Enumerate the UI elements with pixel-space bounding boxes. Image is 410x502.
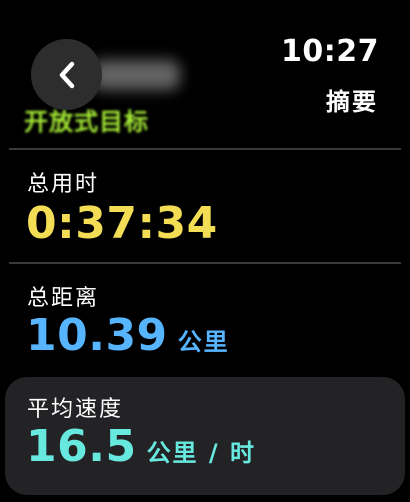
total-distance-unit: 公里 <box>177 328 230 356</box>
average-speed-value: 16.5 <box>26 421 137 472</box>
clock-time: 10:27 <box>281 34 379 69</box>
average-speed-value-row: 16.5 公里 / 时 <box>26 421 256 472</box>
average-speed-label: 平均速度 <box>27 397 124 422</box>
workout-title: 开放式目标 <box>24 108 149 136</box>
total-time-value: 0:37:34 <box>26 198 218 249</box>
chevron-left-icon <box>56 60 78 90</box>
divider <box>9 148 401 150</box>
total-distance-value-row: 10.39 公里 <box>26 310 230 361</box>
page-title: 摘要 <box>326 88 378 116</box>
total-distance-label: 总距离 <box>27 286 100 311</box>
divider <box>9 262 401 264</box>
back-button[interactable] <box>31 39 102 110</box>
workout-summary-screen: 开放式目标 10:27 摘要 总用时 0:37:34 总距离 10.39 公里 平… <box>0 0 410 502</box>
total-time-label: 总用时 <box>27 172 100 197</box>
average-speed-card[interactable]: 平均速度 16.5 公里 / 时 <box>5 377 405 495</box>
total-distance-value: 10.39 <box>26 310 168 361</box>
average-speed-unit: 公里 / 时 <box>146 439 257 467</box>
blurred-app-title <box>92 60 180 90</box>
